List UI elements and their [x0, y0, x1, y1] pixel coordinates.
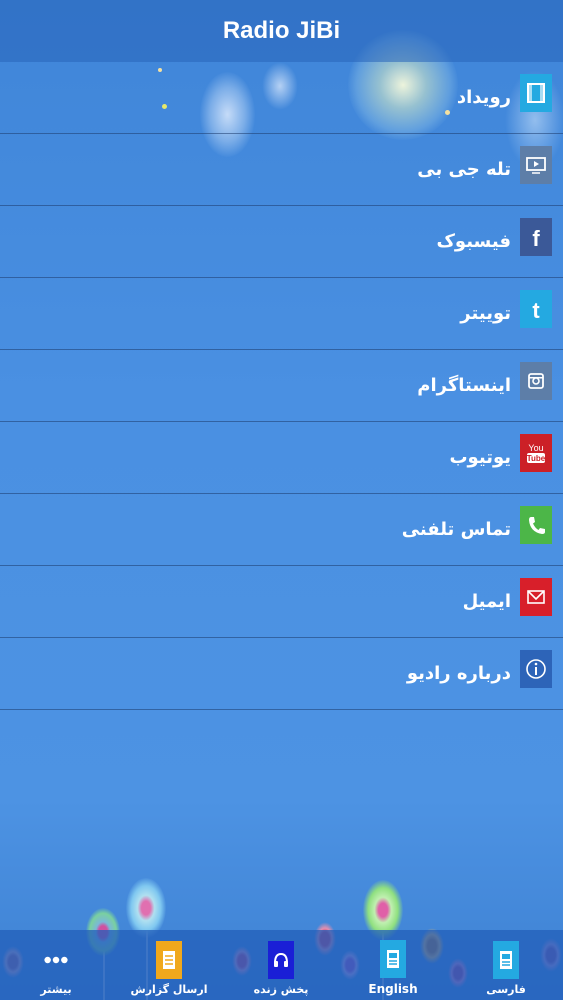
tab-farsi[interactable]: فارسی [466, 941, 546, 996]
info-icon [520, 650, 552, 688]
menu-item-instagram[interactable]: اینستاگرام [0, 350, 563, 422]
more-dots-icon [43, 941, 69, 979]
youtube-icon: You Tube [520, 434, 552, 472]
menu-item-facebook[interactable]: f فیسبوک [0, 206, 563, 278]
tab-send-report[interactable]: ارسال گزارش [129, 941, 209, 996]
film-icon [520, 74, 552, 112]
tab-label: ارسال گزارش [130, 983, 208, 996]
english-news-icon [380, 940, 406, 978]
tab-live[interactable]: پخش زنده [241, 941, 321, 996]
menu-item-tv[interactable]: تله جی بی [0, 134, 563, 206]
svg-text:Tube: Tube [527, 454, 546, 463]
tab-label: بیشتر [40, 983, 72, 996]
menu-item-events[interactable]: رویداد [0, 62, 563, 134]
facebook-icon: f [520, 218, 552, 256]
menu-item-label: اینستاگرام [417, 375, 511, 396]
tv-icon [520, 146, 552, 184]
phone-icon [520, 506, 552, 544]
mail-icon [520, 578, 552, 616]
menu-item-phone[interactable]: تماس تلفنی [0, 494, 563, 566]
report-icon [156, 941, 182, 979]
tab-label: پخش زنده [253, 983, 309, 996]
menu-item-label: ایمیل [462, 591, 511, 612]
menu-item-label: توییتر [460, 303, 511, 324]
menu-item-label: فیسبوک [436, 231, 511, 252]
svg-text:t: t [532, 298, 540, 322]
app-title: Radio JiBi [222, 17, 341, 44]
tab-english[interactable]: English [353, 940, 433, 996]
tab-label: فارسی [486, 983, 526, 996]
farsi-news-icon [493, 941, 519, 979]
menu-item-label: تله جی بی [417, 159, 511, 180]
tab-label: English [368, 982, 418, 996]
twitter-icon: t [520, 290, 552, 328]
instagram-icon [520, 362, 552, 400]
app-header: Radio JiBi [0, 0, 563, 62]
menu-item-youtube[interactable]: You Tube یوتیوب [0, 422, 563, 494]
menu-item-label: رویداد [456, 87, 511, 108]
menu-item-about[interactable]: درباره رادیو [0, 638, 563, 710]
bottom-tab-bar: بیشتر ارسال گزارش پخش زنده English فارسی [0, 930, 563, 1000]
menu-item-email[interactable]: ایمیل [0, 566, 563, 638]
menu-item-twitter[interactable]: t توییتر [0, 278, 563, 350]
decorative-flower [126, 878, 166, 938]
menu-item-label: تماس تلفنی [401, 519, 511, 540]
tab-more[interactable]: بیشتر [16, 941, 96, 996]
menu-item-label: یوتیوب [449, 447, 511, 468]
svg-text:You: You [528, 443, 543, 453]
svg-text:f: f [532, 226, 540, 250]
menu-item-label: درباره رادیو [406, 663, 511, 684]
headphones-icon [268, 941, 294, 979]
main-menu: رویداد تله جی بی f فیسبوک t توییتر اینست… [0, 62, 563, 710]
